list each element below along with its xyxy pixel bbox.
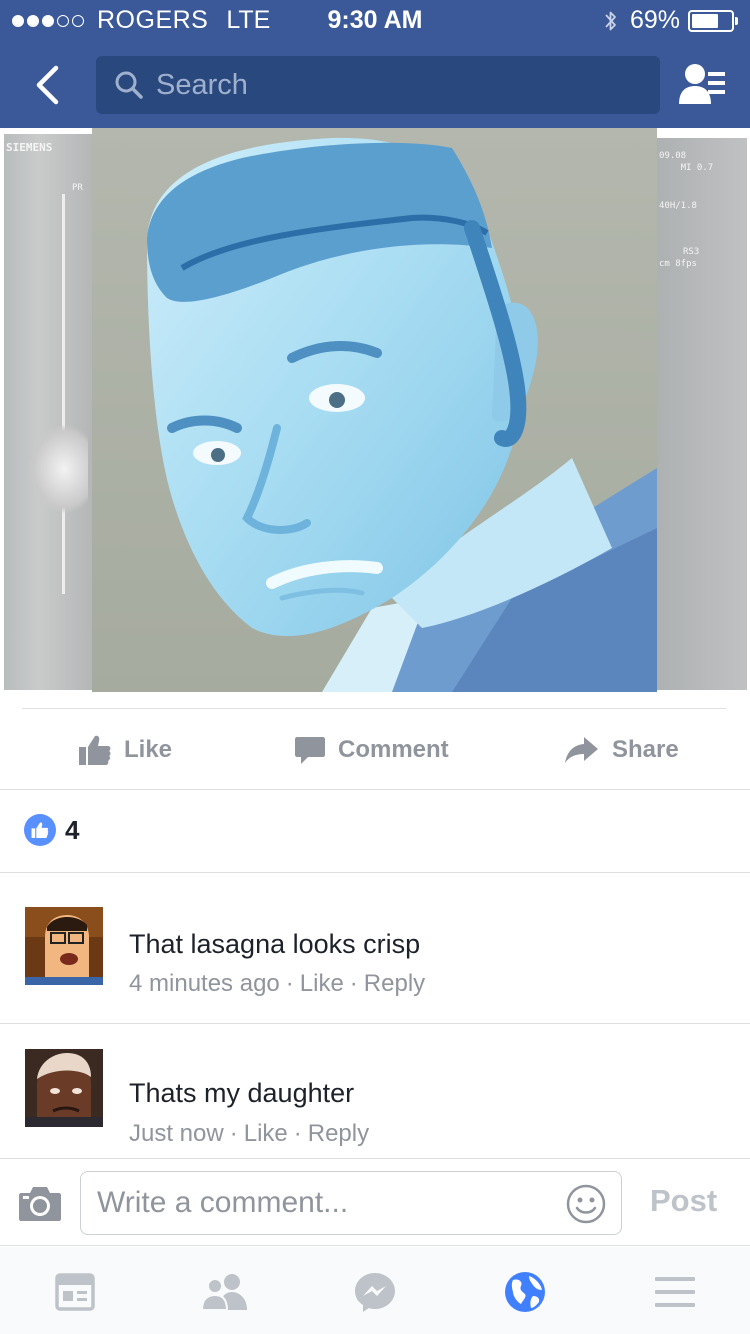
status-bar: ROGERS LTE 9:30 AM 69% — [0, 0, 750, 42]
avatar[interactable] — [25, 1049, 103, 1127]
ultrasound-background-left: SIEMENS PR — [4, 134, 92, 690]
post-actions-bar: Like Comment Share — [0, 712, 750, 788]
friend-requests-icon — [679, 64, 725, 104]
like-summary[interactable]: 4 — [24, 814, 79, 846]
comment-time: Just now — [129, 1120, 224, 1147]
smiley-icon — [566, 1184, 606, 1224]
camera-button[interactable] — [18, 1183, 62, 1223]
comment-input-placeholder: Write a comment... — [97, 1186, 349, 1219]
friends-icon — [201, 1274, 247, 1311]
battery-percent: 69% — [629, 6, 680, 34]
like-button[interactable]: Like — [78, 712, 172, 788]
battery-icon — [688, 9, 738, 32]
nav-bar: Search — [0, 42, 750, 128]
comment-meta: Just now · Like · Reply — [129, 1120, 370, 1147]
divider — [22, 708, 726, 709]
comment-reply-link[interactable]: Reply — [364, 970, 425, 997]
globe-icon — [505, 1272, 545, 1312]
avatar[interactable] — [25, 907, 103, 985]
comment-like-link[interactable]: Like — [300, 970, 344, 997]
tab-more[interactable] — [650, 1267, 700, 1317]
status-right: 69% — [604, 6, 738, 35]
post-photo[interactable]: SIEMENS PR 09.08 MI 0.7 40H/1.8 RS3 cm 8… — [0, 128, 750, 694]
share-button[interactable]: Share — [564, 712, 679, 788]
share-label: Share — [612, 736, 679, 763]
news-feed-icon — [55, 1273, 95, 1311]
tab-news-feed[interactable] — [50, 1267, 100, 1317]
comment-like-link[interactable]: Like — [244, 1120, 288, 1147]
share-arrow-icon — [565, 737, 598, 763]
comment-item: That lasagna looks crisp 4 minutes ago · L… — [0, 873, 750, 1023]
search-icon — [115, 71, 143, 99]
tab-notifications[interactable] — [500, 1267, 550, 1317]
comment-bubble-icon — [295, 737, 325, 764]
messenger-icon — [355, 1273, 395, 1312]
comment-composer: Write a comment... Post — [0, 1158, 750, 1246]
tab-bar — [0, 1247, 750, 1334]
comment-text: That lasagna looks crisp — [129, 929, 421, 959]
tab-messenger[interactable] — [350, 1267, 400, 1317]
chevron-left-icon — [36, 65, 59, 105]
emoji-button[interactable] — [565, 1183, 607, 1225]
comment-reply-link[interactable]: Reply — [308, 1120, 369, 1147]
comment-item: Thats my daughter Just now · Like · Reply — [0, 1024, 750, 1158]
bluetooth-icon — [605, 11, 616, 30]
comment-button[interactable]: Comment — [294, 712, 449, 788]
search-input[interactable]: Search — [96, 56, 660, 114]
comment-label: Comment — [338, 736, 449, 763]
like-label: Like — [124, 736, 173, 763]
thumbs-up-icon — [79, 735, 111, 765]
comment-text: Thats my daughter — [129, 1078, 355, 1108]
camera-icon — [19, 1187, 61, 1221]
comment-input[interactable]: Write a comment... — [80, 1171, 622, 1235]
like-reaction-icon — [24, 814, 56, 846]
comment-time: 4 minutes ago — [129, 970, 280, 997]
menu-icon — [655, 1277, 695, 1307]
comment-meta: 4 minutes ago · Like · Reply — [129, 970, 426, 997]
like-count: 4 — [65, 814, 80, 845]
back-button[interactable] — [22, 60, 72, 110]
ultrasound-background-right: 09.08 MI 0.7 40H/1.8 RS3 cm 8fps — [657, 138, 747, 690]
search-placeholder: Search — [156, 68, 248, 101]
tab-friends[interactable] — [200, 1267, 250, 1317]
post-button[interactable]: Post — [650, 1183, 717, 1219]
divider — [0, 789, 750, 790]
friend-requests-button[interactable] — [678, 62, 728, 108]
inverted-portrait-image — [92, 128, 657, 692]
